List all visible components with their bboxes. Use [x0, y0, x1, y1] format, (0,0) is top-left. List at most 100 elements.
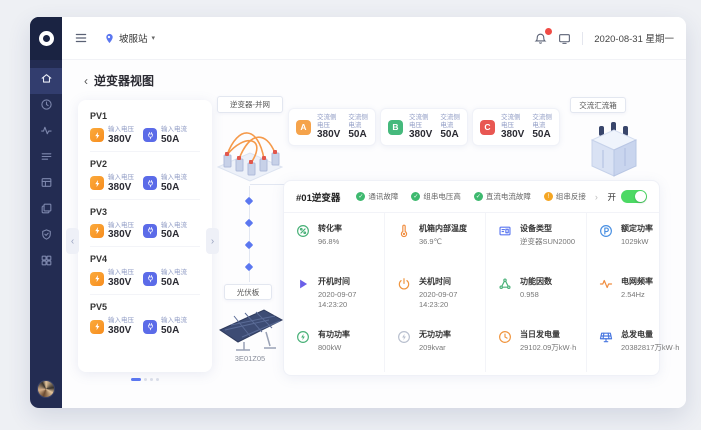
ac-combiner-label: 交流汇流箱	[570, 97, 626, 113]
stat-value: 1029kW	[621, 237, 649, 246]
pv-current-value: 50A	[161, 133, 180, 145]
phase-chip: B 交流侧电压 380V 交流侧电流 50A	[380, 108, 468, 146]
pv-name: PV5	[90, 302, 108, 313]
divider	[582, 31, 584, 45]
sidebar-item[interactable]	[30, 172, 62, 198]
sidebar-icon	[40, 150, 53, 168]
sidebar-item[interactable]	[30, 224, 62, 250]
stat-value: 2020-09-07 14:23:20	[419, 290, 458, 310]
stat-icon	[599, 224, 615, 240]
stat-value: 36.9℃	[419, 237, 443, 246]
pv-current-stat: 输入电流 50A	[143, 269, 187, 288]
sidebar-icon	[40, 124, 53, 142]
status-dot-icon: ✓	[411, 192, 421, 201]
pv-voltage-stat: 输入电压 380V	[90, 174, 134, 193]
pv-current-label: 输入电流	[161, 126, 187, 133]
stat-icon	[498, 224, 514, 240]
pv-current-label: 输入电流	[161, 173, 187, 181]
sidebar	[30, 17, 62, 408]
app-logo[interactable]	[30, 17, 62, 60]
status-item: ! 组串反接	[543, 191, 586, 202]
stat-icon	[599, 330, 615, 346]
notification-badge	[545, 27, 553, 35]
sidebar-icon	[40, 98, 53, 116]
pv-current-label: 输入电流	[161, 317, 187, 325]
pagination-dot[interactable]	[156, 378, 159, 381]
pv-pagination[interactable]	[78, 378, 212, 381]
stat-title: 当日发电量	[520, 330, 560, 340]
status-dot-icon: !	[543, 192, 553, 201]
pv-item[interactable]: PV3 输入电压 380V 输入电流 50A	[90, 200, 200, 248]
pv-item[interactable]: PV5 输入电压 380V 输入电流 50A	[90, 295, 200, 342]
stat-icon	[296, 224, 312, 240]
menu-collapse-icon[interactable]	[74, 31, 88, 45]
voltage-bolt-icon	[90, 128, 104, 143]
stat-title: 有功功率	[318, 330, 350, 340]
pv-current-stat: 输入电流 50A	[143, 126, 187, 145]
stat-cell: 有功功率 800kW	[284, 319, 384, 372]
pv-voltage-value: 380V	[108, 229, 132, 241]
breadcrumb[interactable]: ‹ 逆变器视图	[84, 72, 154, 89]
pv-current-stat: 输入电流 50A	[143, 222, 187, 241]
inverter-grid-label: 逆变器-并网	[217, 96, 283, 113]
notifications-button[interactable]	[534, 27, 553, 45]
main-content: ‹ 逆变器视图 PV1 输入电压 380V 输入电流 50A PV2 输入电压 …	[62, 60, 686, 408]
ac-current-label: 交流侧电流	[532, 113, 552, 129]
pv-list-next-button[interactable]: ›	[206, 228, 219, 254]
sidebar-item[interactable]	[30, 94, 62, 120]
current-plug-icon	[143, 223, 157, 238]
status-label: 组串电压高	[423, 192, 461, 201]
inverter-power-toggle[interactable]	[621, 190, 647, 203]
pv-item[interactable]: PV2 输入电压 380V 输入电流 50A	[90, 152, 200, 200]
status-more-button[interactable]: ›	[595, 192, 598, 202]
ac-voltage-value: 380V	[409, 129, 433, 141]
stat-icon	[397, 224, 413, 240]
stat-value: 29102.09万kW·h	[520, 343, 577, 353]
current-date: 2020-08-31 星期一	[594, 34, 674, 45]
pv-voltage-label: 输入电压	[108, 173, 134, 181]
phase-badge: B	[388, 119, 403, 135]
sidebar-icon	[40, 254, 53, 272]
pagination-active[interactable]	[131, 378, 141, 381]
stat-icon	[397, 330, 413, 346]
user-avatar[interactable]	[37, 380, 55, 398]
phase-chip: C 交流侧电压 380V 交流侧电流 50A	[472, 108, 560, 146]
stat-cell: 机箱内部温度 36.9℃	[384, 213, 485, 266]
sidebar-item[interactable]	[30, 250, 62, 276]
pv-item[interactable]: PV1 输入电压 380V 输入电流 50A	[90, 104, 200, 152]
station-selector[interactable]: 坡服站 ▾	[104, 31, 155, 45]
stat-value: 2.54Hz	[621, 290, 645, 299]
pv-current-stat: 输入电流 50A	[143, 174, 187, 193]
pv-current-value: 50A	[161, 229, 180, 241]
sidebar-item[interactable]	[30, 120, 62, 146]
chevron-down-icon: ▾	[151, 35, 156, 42]
status-item: ✓ 通讯故障	[356, 191, 398, 202]
status-label: 组串反接	[555, 192, 586, 201]
status-list: ✓ 通讯故障 ✓ 组串电压高 ✓ 直流电流故障 ! 组串反接	[356, 191, 586, 202]
stat-value: 0.958	[520, 290, 539, 299]
sidebar-item[interactable]	[30, 198, 62, 224]
pv-panel-code: 3E01Z05	[234, 354, 266, 363]
ac-current-label: 交流侧电流	[348, 113, 368, 129]
pagination-dot[interactable]	[150, 378, 153, 381]
pv-panel-label: 光伏板	[224, 284, 272, 300]
pagination-dot[interactable]	[144, 378, 147, 381]
sidebar-item[interactable]	[30, 68, 62, 94]
stat-value: 209kvar	[419, 343, 446, 353]
sidebar-nav	[30, 60, 62, 276]
pv-item[interactable]: PV4 输入电压 380V 输入电流 50A	[90, 247, 200, 296]
pv-voltage-value: 380V	[108, 277, 132, 289]
ac-voltage-label: 交流侧电压	[501, 113, 521, 129]
voltage-bolt-icon	[90, 223, 104, 238]
pv-current-stat: 输入电流 50A	[143, 317, 187, 336]
stat-icon	[498, 330, 514, 346]
stat-title: 开机时间	[318, 277, 350, 286]
connector-node	[244, 218, 254, 228]
pv-current-value: 50A	[161, 181, 180, 193]
ac-current-value: 50A	[348, 129, 367, 141]
connector-node	[244, 196, 254, 206]
back-chevron-icon[interactable]: ‹	[84, 74, 88, 88]
sidebar-item[interactable]	[30, 146, 62, 172]
pv-list-prev-button[interactable]: ‹	[66, 228, 79, 254]
fullscreen-button[interactable]	[558, 32, 571, 45]
